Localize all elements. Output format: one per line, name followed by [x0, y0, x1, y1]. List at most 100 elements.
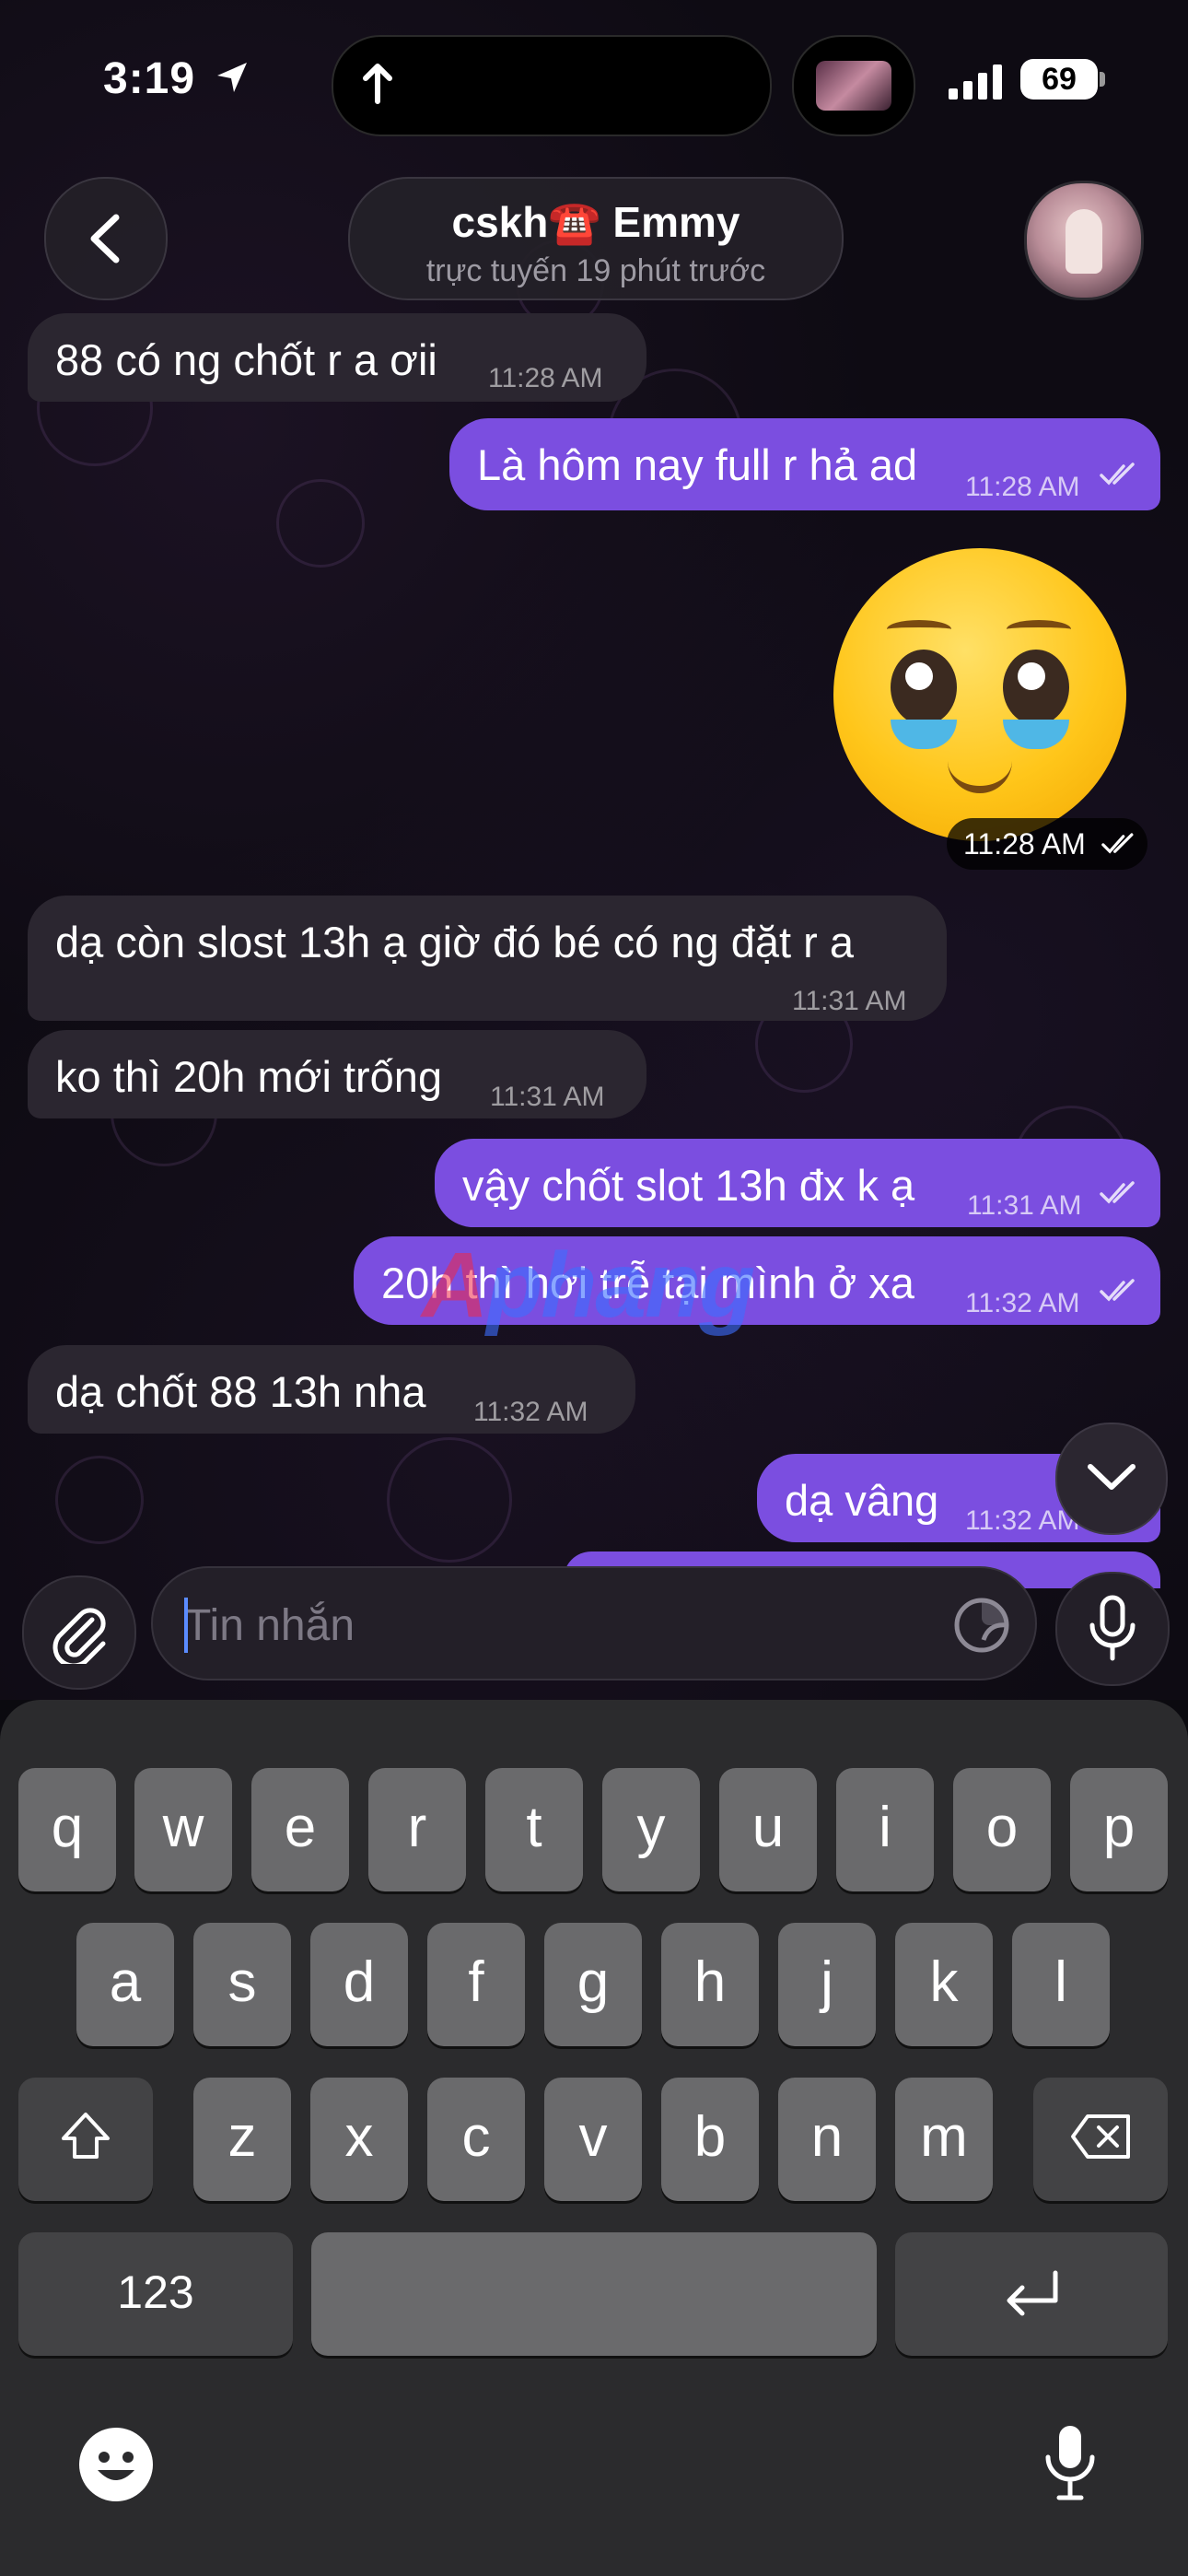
avatar-figure — [1066, 209, 1102, 274]
bg-doodle — [276, 479, 365, 568]
voice-message-button[interactable] — [1055, 1572, 1170, 1686]
status-time: 3:19 — [103, 54, 196, 103]
key-b[interactable]: b — [661, 2078, 759, 2201]
watermark-part-b: phang — [486, 1234, 755, 1337]
numbers-key[interactable]: 123 — [18, 2232, 293, 2356]
signal-icon — [949, 64, 1002, 100]
chat-title[interactable]: cskh☎️ Emmy trực tuyến 19 phút trước — [348, 177, 844, 300]
location-arrow-icon — [217, 63, 247, 92]
double-check-icon — [1100, 1181, 1135, 1204]
message-time: 11:28 AM — [965, 472, 1080, 502]
key-w[interactable]: w — [134, 1768, 232, 1891]
avatar[interactable] — [1024, 181, 1144, 300]
key-r[interactable]: r — [368, 1768, 466, 1891]
bg-doodle — [55, 1456, 144, 1544]
message-time: 11:28 AM — [488, 363, 603, 393]
key-t[interactable]: t — [485, 1768, 583, 1891]
message-text: dạ còn slost 13h ạ giờ đó bé có ng đặt r… — [55, 918, 854, 966]
message-text: 88 có ng chốt r a ơii — [55, 335, 437, 384]
message-time: 11:32 AM — [965, 1288, 1080, 1318]
key-n[interactable]: n — [778, 2078, 876, 2201]
key-u[interactable]: u — [719, 1768, 817, 1891]
scroll-to-bottom-button[interactable] — [1055, 1423, 1168, 1535]
key-l[interactable]: l — [1012, 1923, 1110, 2046]
message-outgoing[interactable]: vậy chốt slot 13h đx k ạ 11:31 AM — [435, 1139, 1160, 1227]
upload-arrow-icon — [363, 64, 392, 104]
sticker-mouth — [948, 758, 1012, 793]
key-g[interactable]: g — [544, 1923, 642, 2046]
message-incoming[interactable]: ko thì 20h mới trống 11:31 AM — [28, 1030, 646, 1118]
watermark-logo: Aphang — [422, 1233, 755, 1339]
sticker-time: 11:28 AM — [947, 818, 1147, 870]
battery-tip — [1100, 72, 1105, 87]
shift-icon — [62, 2113, 110, 2159]
message-incoming[interactable]: dạ còn slost 13h ạ giờ đó bé có ng đặt r… — [28, 896, 947, 1021]
shift-key[interactable] — [18, 2078, 153, 2201]
key-m[interactable]: m — [895, 2078, 993, 2201]
return-icon — [1007, 2270, 1058, 2316]
key-z[interactable]: z — [193, 2078, 291, 2201]
message-outgoing[interactable]: Là hôm nay full r hả ad 11:28 AM — [449, 418, 1160, 510]
watermark-part-a: A — [422, 1234, 488, 1337]
battery-indicator: 69 — [1020, 59, 1098, 100]
key-s[interactable]: s — [193, 1923, 291, 2046]
message-time: 11:31 AM — [792, 986, 907, 1016]
double-check-icon — [1100, 463, 1135, 486]
key-q[interactable]: q — [18, 1768, 116, 1891]
key-j[interactable]: j — [778, 1923, 876, 2046]
sticker-icon[interactable] — [952, 1596, 1011, 1655]
bg-doodle — [387, 1437, 512, 1563]
key-c[interactable]: c — [427, 2078, 525, 2201]
delete-icon — [1071, 2114, 1130, 2159]
message-time: 11:32 AM — [473, 1397, 588, 1427]
message-text: dạ chốt 88 13h nha — [55, 1367, 426, 1416]
message-text: vậy chốt slot 13h đx k ạ — [462, 1161, 915, 1210]
message-input[interactable] — [182, 1594, 904, 1657]
presence-status: trực tuyến 19 phút trước — [425, 253, 766, 288]
album-art — [816, 61, 891, 111]
back-button[interactable] — [44, 177, 168, 300]
key-p[interactable]: p — [1070, 1768, 1168, 1891]
sticker-eye-shine — [1018, 662, 1045, 690]
sticker-tear — [891, 720, 957, 749]
double-check-icon — [1100, 1279, 1135, 1302]
sticker-eye — [891, 650, 957, 725]
key-o[interactable]: o — [953, 1768, 1051, 1891]
text-caret — [184, 1598, 188, 1653]
double-check-icon — [1101, 833, 1134, 854]
message-time: 11:31 AM — [490, 1082, 605, 1112]
key-y[interactable]: y — [602, 1768, 700, 1891]
message-incoming[interactable]: dạ chốt 88 13h nha 11:32 AM — [28, 1345, 635, 1434]
key-v[interactable]: v — [544, 2078, 642, 2201]
key-h[interactable]: h — [661, 1923, 759, 2046]
return-key[interactable] — [895, 2232, 1168, 2356]
message-time: 11:28 AM — [963, 827, 1086, 861]
system-keyboard: q w e r t y u i o p a s d f g h j k l z … — [0, 1700, 1188, 2576]
key-x[interactable]: x — [310, 2078, 408, 2201]
message-incoming[interactable]: 88 có ng chốt r a ơii 11:28 AM — [28, 313, 646, 402]
key-f[interactable]: f — [427, 1923, 525, 2046]
message-time: 11:31 AM — [967, 1190, 1082, 1221]
delete-key[interactable] — [1033, 2078, 1168, 2201]
back-chevron-icon — [90, 214, 120, 263]
sticker-brow — [887, 620, 951, 638]
key-e[interactable]: e — [251, 1768, 349, 1891]
key-a[interactable]: a — [76, 1923, 174, 2046]
attach-button[interactable] — [22, 1575, 136, 1690]
emoji-icon[interactable] — [77, 2426, 155, 2503]
now-playing-thumbnail[interactable] — [792, 35, 915, 136]
paperclip-icon — [52, 1608, 106, 1664]
pleading-face-sticker[interactable] — [833, 548, 1126, 841]
message-text: Là hôm nay full r hả ad — [477, 440, 918, 489]
key-i[interactable]: i — [836, 1768, 934, 1891]
key-d[interactable]: d — [310, 1923, 408, 2046]
sticker-eye-shine — [905, 662, 933, 690]
space-key[interactable] — [311, 2232, 877, 2356]
sticker-eye — [1003, 650, 1069, 725]
message-input-wrapper — [151, 1566, 1037, 1680]
dictation-icon[interactable] — [1041, 2422, 1100, 2505]
message-text: ko thì 20h mới trống — [55, 1052, 443, 1101]
sticker-tear — [1003, 720, 1069, 749]
chevron-down-icon — [1088, 1464, 1136, 1490]
key-k[interactable]: k — [895, 1923, 993, 2046]
